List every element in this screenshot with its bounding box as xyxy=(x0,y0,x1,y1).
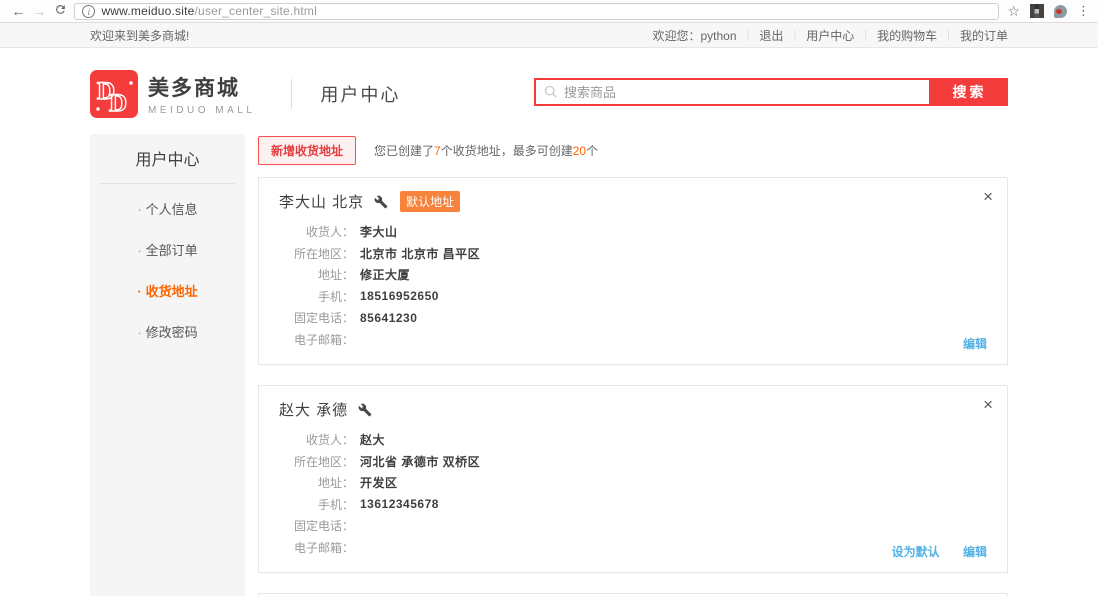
address-count: 7 xyxy=(434,144,441,158)
address-field-row: 手机： 18516952650 xyxy=(279,286,987,308)
divider: | xyxy=(864,29,867,41)
brand-name-en: MEIDUO MALL xyxy=(148,105,255,116)
browser-menu-icon[interactable]: ⋮ xyxy=(1077,3,1090,19)
field-label: 地址： xyxy=(279,266,354,283)
page-info-icon[interactable]: i xyxy=(82,5,95,18)
browser-toolbar: ← → i www.meiduo.site/user_center_site.h… xyxy=(0,0,1098,23)
address-field-row: 地址： 修正大厦 xyxy=(279,264,987,286)
sidebar-item-1[interactable]: ·全部订单 xyxy=(90,231,245,268)
address-count-summary: 您已创建了7个收货地址，最多可创建20个 xyxy=(374,142,598,159)
edit-link[interactable]: 编辑 xyxy=(963,337,987,351)
field-value: 修正大厦 xyxy=(360,266,410,283)
field-value: 18516952650 xyxy=(360,289,439,303)
address-field-row: 所在地区： 北京市 北京市 昌平区 xyxy=(279,243,987,265)
sidebar-item-3[interactable]: ·修改密码 xyxy=(90,313,245,350)
divider xyxy=(291,79,292,109)
field-label: 固定电话： xyxy=(279,517,354,534)
field-label: 所在地区： xyxy=(279,245,354,262)
address-content: 新增收货地址 您已创建了7个收货地址，最多可创建20个 × 李大山 北京 默认地… xyxy=(258,134,1008,596)
search-box xyxy=(534,78,931,106)
field-label: 电子邮箱： xyxy=(279,539,354,556)
address-field-row: 手机： 13612345678 xyxy=(279,494,987,516)
field-value: 北京市 北京市 昌平区 xyxy=(360,245,480,262)
sidebar-title: 用户中心 xyxy=(100,134,235,184)
address-field-row: 电子邮箱： xyxy=(279,329,987,351)
address-field-row: 所在地区： 河北省 承德市 双桥区 xyxy=(279,451,987,473)
sidebar-item-0[interactable]: ·个人信息 xyxy=(90,190,245,227)
greeting-text: 欢迎您：python xyxy=(652,27,736,44)
field-label: 收货人： xyxy=(279,223,354,240)
close-icon[interactable]: × xyxy=(983,396,993,413)
top-utility-bar: 欢迎来到美多商城! 欢迎您：python | 退出 | 用户中心 | 我的购物车 | 我的订单 xyxy=(0,23,1098,48)
set-default-link[interactable]: 设为默认 xyxy=(892,545,940,559)
field-label: 手机： xyxy=(279,288,354,305)
field-value: 13612345678 xyxy=(360,497,439,511)
address-bar[interactable]: i www.meiduo.site/user_center_site.html xyxy=(74,3,999,20)
field-value: 李大山 xyxy=(360,223,398,240)
address-field-row: 收货人： 赵大 xyxy=(279,429,987,451)
site-header: D D 美多商城 MEIDUO MALL 用户中心 搜索 xyxy=(90,62,1008,126)
field-value: 河北省 承德市 双桥区 xyxy=(360,453,480,470)
field-value: 开发区 xyxy=(360,474,398,491)
field-label: 收货人： xyxy=(279,431,354,448)
bookmark-star-icon[interactable]: ☆ xyxy=(1007,3,1020,20)
divider: | xyxy=(747,29,750,41)
field-label: 手机： xyxy=(279,496,354,513)
sidebar: 用户中心 ·个人信息 ·全部订单 ·收货地址 ·修改密码 xyxy=(90,134,245,596)
bullet-icon: · xyxy=(137,325,141,340)
address-field-row: 地址： 开发区 xyxy=(279,472,987,494)
username: python xyxy=(700,29,736,43)
svg-text:D: D xyxy=(109,90,127,117)
reload-icon[interactable] xyxy=(50,3,71,19)
page-title: 用户中心 xyxy=(320,81,400,107)
topbar-link-0[interactable]: 退出 xyxy=(759,27,783,44)
topbar-link-2[interactable]: 我的购物车 xyxy=(877,27,937,44)
field-value: 85641230 xyxy=(360,311,417,325)
field-label: 所在地区： xyxy=(279,453,354,470)
address-field-row: 固定电话： 85641230 xyxy=(279,307,987,329)
address-max: 20 xyxy=(573,144,586,158)
extension-qr-icon[interactable] xyxy=(1030,4,1044,18)
url-path: /user_center_site.html xyxy=(194,4,316,18)
search-button[interactable]: 搜索 xyxy=(931,78,1008,106)
address-title: 李大山 北京 xyxy=(279,191,364,212)
back-icon[interactable]: ← xyxy=(8,3,29,19)
add-address-button[interactable]: 新增收货地址 xyxy=(258,136,356,165)
default-address-badge: 默认地址 xyxy=(400,191,460,212)
address-card: × 赵大 承德 收货人： 赵大所在地区： 河北省 承德市 双桥区地址： 开发区手机： 1… xyxy=(258,385,1008,573)
field-label: 固定电话： xyxy=(279,309,354,326)
close-icon[interactable]: × xyxy=(983,188,993,205)
wrench-edit-icon[interactable] xyxy=(374,195,388,209)
address-card: × 李大山 北京 默认地址 收货人：李大山所在地区：北京市 北京市 昌平区地址：… xyxy=(258,177,1008,365)
bullet-icon: · xyxy=(137,284,141,299)
field-value: 赵大 xyxy=(360,431,385,448)
brand-name-cn: 美多商城 xyxy=(148,72,255,102)
address-title: 赵大 承德 xyxy=(279,399,348,420)
bullet-icon: · xyxy=(137,243,141,258)
divider: | xyxy=(793,29,796,41)
search-icon xyxy=(544,85,558,99)
meiduo-logo-icon[interactable]: D D xyxy=(90,70,138,118)
extension-icon[interactable] xyxy=(1054,5,1067,18)
topbar-link-1[interactable]: 用户中心 xyxy=(806,27,854,44)
topbar-link-3[interactable]: 我的订单 xyxy=(960,27,1008,44)
field-label: 地址： xyxy=(279,474,354,491)
welcome-text: 欢迎来到美多商城! xyxy=(90,27,189,44)
field-label: 电子邮箱： xyxy=(279,331,354,348)
edit-link[interactable]: 编辑 xyxy=(963,545,987,559)
forward-icon[interactable]: → xyxy=(29,3,50,19)
wrench-edit-icon[interactable] xyxy=(358,403,372,417)
bullet-icon: · xyxy=(137,202,141,217)
address-field-row: 固定电话： xyxy=(279,515,987,537)
divider: | xyxy=(947,29,950,41)
sidebar-item-2[interactable]: ·收货地址 xyxy=(90,272,245,309)
url-host: www.meiduo.site xyxy=(101,4,194,18)
search-input[interactable] xyxy=(564,85,921,100)
address-field-row: 收货人： 李大山 xyxy=(279,221,987,243)
